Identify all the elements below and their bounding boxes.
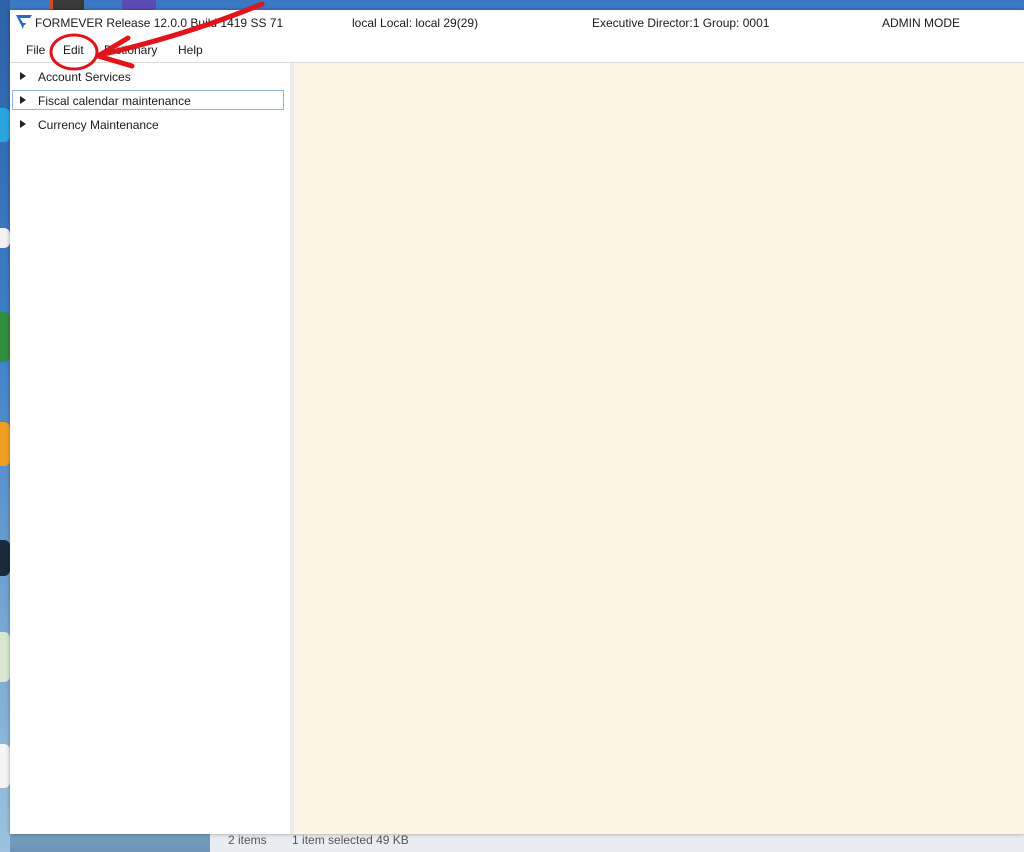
- title-role-info: Executive Director:1 Group: 0001: [592, 16, 770, 30]
- desktop-icon[interactable]: [0, 108, 10, 142]
- formever-logo-icon: [16, 15, 32, 29]
- menu-help[interactable]: Help: [178, 43, 203, 57]
- caret-right-icon[interactable]: [20, 96, 26, 104]
- tree-item-label: Currency Maintenance: [38, 118, 159, 132]
- desktop-icon[interactable]: [0, 540, 10, 576]
- background-explorer-statusbar: 2 items 1 item selected 49 KB: [210, 832, 1024, 852]
- tree-item-account-services[interactable]: Account Services: [12, 66, 284, 86]
- desktop-icon[interactable]: [0, 312, 10, 362]
- desktop-icon[interactable]: [0, 744, 10, 788]
- window-title: FORMEVER Release 12.0.0 Build 1419 SS 71: [35, 16, 284, 30]
- tree-item-fiscal-calendar[interactable]: Fiscal calendar maintenance: [12, 90, 284, 110]
- menu-file[interactable]: File: [26, 43, 45, 57]
- desktop-background: [0, 0, 10, 852]
- desktop-icon[interactable]: [0, 228, 10, 248]
- menu-edit[interactable]: Edit: [63, 43, 84, 57]
- desktop-icon[interactable]: [0, 422, 10, 466]
- title-mode: ADMIN MODE: [882, 16, 960, 30]
- menu-dictionary[interactable]: Dictionary: [104, 43, 157, 57]
- content-pane: [294, 63, 1024, 834]
- desktop-icon[interactable]: [0, 632, 10, 682]
- title-local-info: local Local: local 29(29): [352, 16, 479, 30]
- caret-right-icon[interactable]: [20, 72, 26, 80]
- menu-bar: File Edit Dictionary Help: [10, 38, 1024, 63]
- status-selected: 1 item selected 49 KB: [292, 833, 409, 847]
- tree-item-currency-maintenance[interactable]: Currency Maintenance: [12, 114, 284, 134]
- tree-item-label: Account Services: [38, 70, 131, 84]
- caret-right-icon[interactable]: [20, 120, 26, 128]
- navigation-tree: Account Services Fiscal calendar mainten…: [10, 63, 291, 834]
- status-item-count: 2 items: [228, 833, 267, 847]
- title-bar[interactable]: FORMEVER Release 12.0.0 Build 1419 SS 71…: [10, 10, 1024, 36]
- tree-item-label: Fiscal calendar maintenance: [38, 94, 191, 108]
- formever-window: FORMEVER Release 12.0.0 Build 1419 SS 71…: [10, 10, 1024, 834]
